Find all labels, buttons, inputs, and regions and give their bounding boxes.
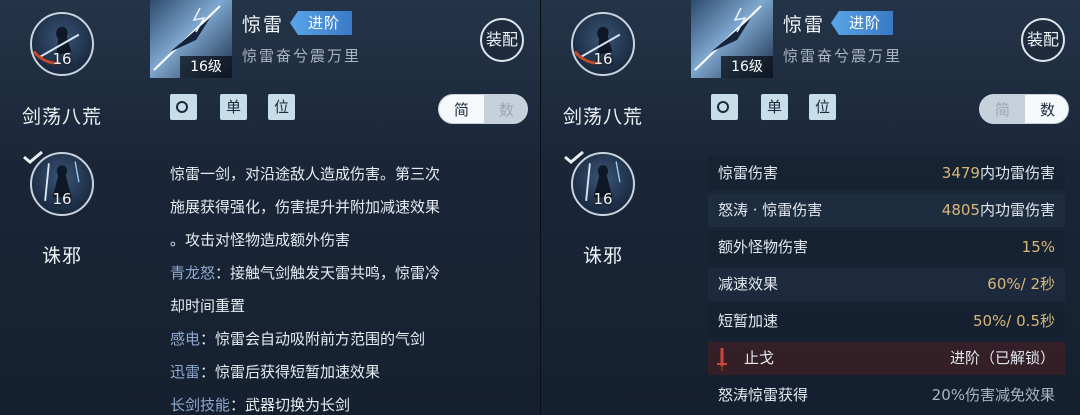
advance-badge: 进阶: [290, 11, 353, 35]
target-tag: 单体: [761, 94, 789, 142]
stat-value: 50%/ 0.5秒: [973, 305, 1055, 338]
toggle-brief[interactable]: 简: [980, 95, 1025, 123]
skill-thumbnail: 16级: [150, 0, 232, 78]
character-item-2[interactable]: 16 诛邪: [0, 150, 150, 270]
skill-level: 16级: [180, 56, 232, 78]
movement-tag: 位移: [809, 94, 837, 142]
equip-button[interactable]: 装配: [480, 18, 524, 62]
effect-text: ：接触气剑触发天雷共鸣，惊雷冷: [215, 264, 441, 282]
character-portrait[interactable]: 16: [571, 12, 635, 76]
character-portrait[interactable]: 16: [30, 12, 94, 76]
equip-button[interactable]: 装配: [1021, 18, 1065, 62]
character-list: 16 剑荡八荒 16 诛邪: [541, 0, 691, 415]
character-item-1[interactable]: 16 剑荡八荒: [541, 12, 691, 132]
stat-label: 减速效果: [718, 275, 779, 293]
effect-key: 青龙怒: [170, 264, 216, 282]
character-name: 诛邪: [582, 245, 623, 267]
description-line: 惊雷一剑，对沿途敌人造成伤害。第三次: [170, 165, 441, 183]
stat-label: 惊雷伤害: [718, 164, 779, 182]
character-list: 16 剑荡八荒 16 诛邪: [0, 0, 150, 415]
character-name: 诛邪: [41, 245, 82, 267]
timer-icon: [717, 101, 729, 113]
view-toggle[interactable]: 简 数: [438, 94, 528, 124]
effect-key: 长剑技能: [170, 396, 231, 414]
character-item-2[interactable]: 16 诛邪: [541, 150, 691, 270]
stat-label: 怒涛 · 惊雷伤害: [718, 201, 823, 219]
stat-value: 15%: [1022, 231, 1055, 264]
stat-suffix: 内功雷伤害: [979, 201, 1055, 219]
character-name: 剑荡八荒: [21, 106, 102, 128]
stat-value: 20%伤害减免效果: [931, 386, 1055, 404]
unlock-row: 止戈 进阶（已解锁）: [708, 342, 1065, 375]
character-level: 16: [593, 50, 613, 68]
stat-value: 60%/ 2秒: [987, 268, 1055, 301]
stat-number: 3479: [941, 164, 980, 182]
stat-value: 4805内功雷伤害: [942, 194, 1055, 227]
stat-row: 怒涛 · 惊雷伤害 4805内功雷伤害: [708, 194, 1065, 227]
advance-badge: 进阶: [831, 11, 894, 35]
unlock-status: 进阶（已解锁）: [949, 349, 1055, 367]
effect-line: 长剑技能：武器切换为长剑: [170, 389, 522, 415]
effect-text: ：武器切换为长剑: [230, 396, 351, 414]
stat-label: 额外怪物伤害: [718, 238, 809, 256]
stat-row: 额外怪物伤害 15%: [708, 231, 1065, 264]
effect-text: 却时间重置: [170, 297, 246, 315]
character-level: 16: [52, 50, 72, 68]
unlock-name: 止戈: [744, 349, 775, 367]
character-item-1[interactable]: 16 剑荡八荒: [0, 12, 150, 132]
skill-thumbnail: 16级: [691, 0, 773, 78]
effect-key: 迅雷: [170, 363, 201, 381]
skill-description: 惊雷一剑，对沿途敌人造成伤害。第三次 施展获得强化，伤害提升并附加减速效果 。攻…: [170, 158, 522, 415]
stat-number: 4805: [941, 201, 980, 219]
character-portrait[interactable]: 16: [30, 152, 94, 216]
stat-row: 短暂加速 50%/ 0.5秒: [708, 305, 1065, 338]
character-name: 剑荡八荒: [562, 106, 643, 128]
effect-line: 青龙怒：接触气剑触发天雷共鸣，惊雷冷: [170, 257, 522, 290]
effect-key: 感电: [170, 330, 201, 348]
stat-label: 短暂加速: [718, 312, 779, 330]
toggle-numbers[interactable]: 数: [1025, 95, 1068, 123]
stat-label: 怒涛惊雷获得: [718, 386, 809, 404]
character-portrait[interactable]: 16: [571, 152, 635, 216]
skill-subtitle: 惊雷奋兮震万里: [242, 47, 362, 65]
target-tag: 单体: [220, 94, 248, 142]
character-level: 16: [593, 190, 613, 208]
stat-number: 15%: [1021, 238, 1055, 256]
effect-text: ：惊雷后获得短暂加速效果: [200, 363, 381, 381]
effect-line: 感电：惊雷会自动吸附前方范围的气剑: [170, 323, 522, 356]
stat-number: 60%/ 2秒: [987, 275, 1055, 293]
view-toggle[interactable]: 简 数: [979, 94, 1069, 124]
stat-row: 怒涛惊雷获得 20%伤害减免效果: [708, 379, 1065, 412]
toggle-brief[interactable]: 简: [439, 95, 484, 123]
timer-icon: [176, 101, 188, 113]
stat-row: 惊雷伤害 3479内功雷伤害: [708, 157, 1065, 190]
skill-name: 惊雷: [783, 14, 826, 36]
cooldown-tag: 8秒: [711, 94, 738, 168]
effect-line: 迅雷：惊雷后获得短暂加速效果: [170, 356, 522, 389]
cooldown-tag: 8秒: [170, 94, 197, 168]
movement-tag: 位移: [268, 94, 296, 142]
skill-subtitle: 惊雷奋兮震万里: [783, 47, 903, 65]
skill-panel-brief: 16 剑荡八荒 16 诛邪 16级 惊雷 进阶 惊雷奋兮震万里 装配 8秒 单体…: [0, 0, 540, 415]
stat-suffix: 内功雷伤害: [979, 164, 1055, 182]
effect-line: 却时间重置: [170, 290, 522, 323]
description-line: 施展获得强化，伤害提升并附加减速效果: [170, 198, 441, 216]
stat-value: 3479内功雷伤害: [942, 157, 1055, 190]
dagger-icon: [717, 348, 727, 371]
skill-name: 惊雷: [242, 14, 285, 36]
stat-number: 50%/ 0.5秒: [972, 312, 1055, 330]
character-level: 16: [52, 190, 72, 208]
description-line: 。攻击对怪物造成额外伤害: [170, 231, 351, 249]
toggle-numbers[interactable]: 数: [484, 95, 527, 123]
skill-level: 16级: [721, 56, 773, 78]
effect-text: ：惊雷会自动吸附前方范围的气剑: [200, 330, 426, 348]
stat-row: 减速效果 60%/ 2秒: [708, 268, 1065, 301]
